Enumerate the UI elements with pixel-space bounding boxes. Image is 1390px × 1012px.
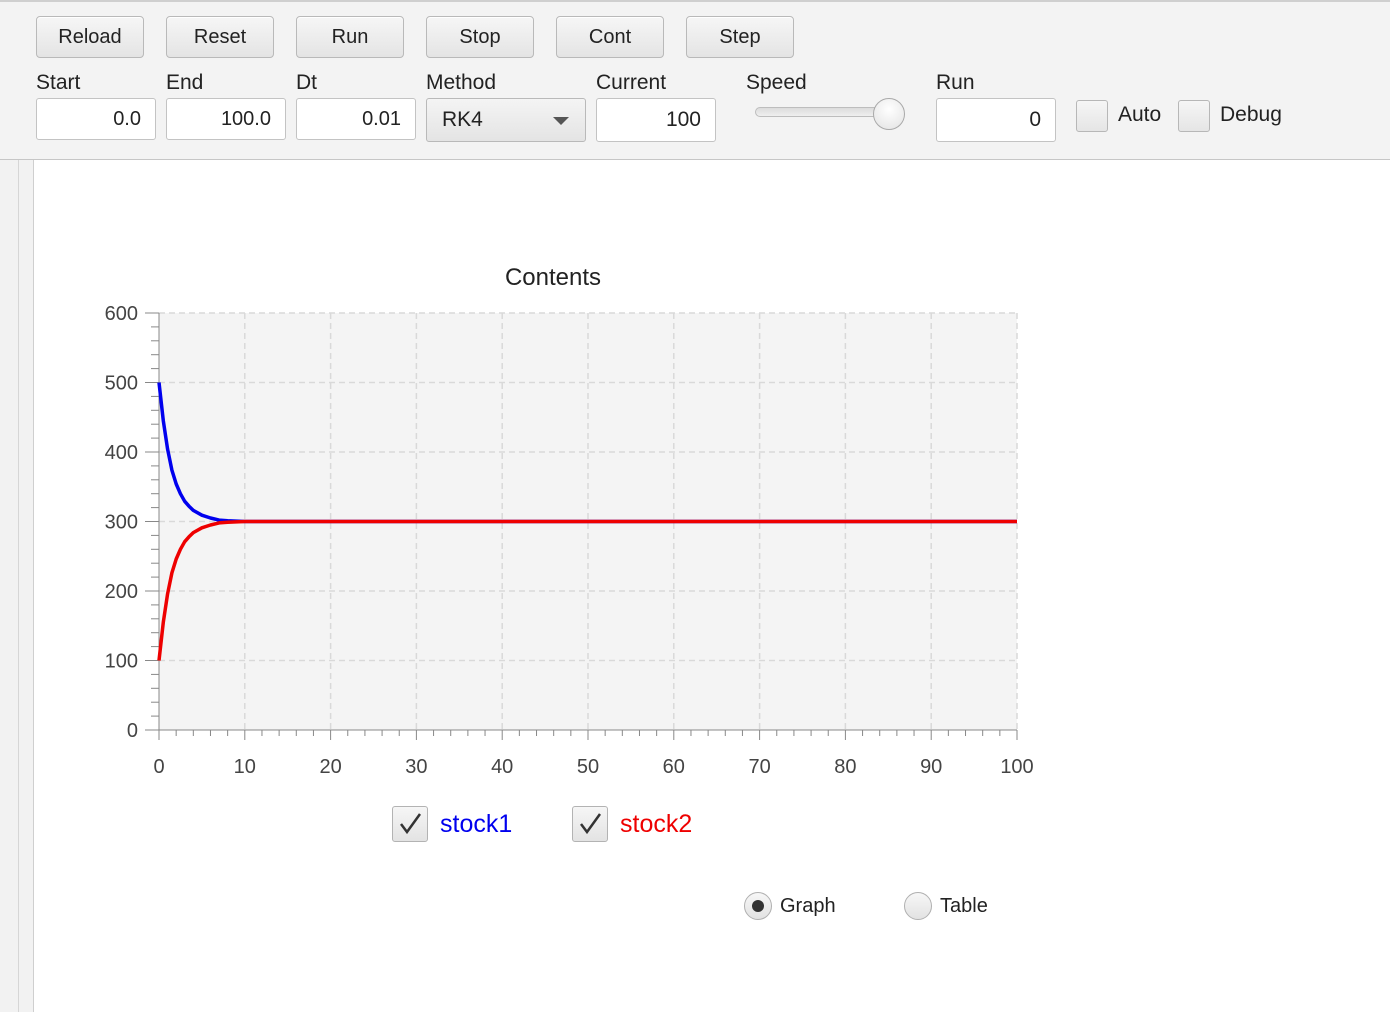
y-tick-label: 600 <box>105 303 138 325</box>
graph-radio-label: Graph <box>780 895 836 917</box>
radio-selected-dot <box>752 900 764 912</box>
y-tick-label: 200 <box>105 581 138 603</box>
x-tick-label: 40 <box>491 756 513 778</box>
stock2-checkbox[interactable] <box>572 806 608 842</box>
x-tick-label: 80 <box>834 756 856 778</box>
x-tick-label: 100 <box>1000 756 1033 778</box>
chart: Contents 0 10 20 30 40 50 60 70 80 90 100 0 100 200 30… <box>105 264 1034 778</box>
graph-radio[interactable] <box>744 892 772 920</box>
legend-stock1: stock1 <box>440 810 513 838</box>
x-tick-label: 30 <box>405 756 427 778</box>
x-tick-label: 90 <box>920 756 942 778</box>
table-radio-label: Table <box>940 895 988 917</box>
checkmark-icon <box>580 813 602 835</box>
x-tick-label: 70 <box>748 756 770 778</box>
y-tick-label: 400 <box>105 442 138 464</box>
y-tick-label: 500 <box>105 373 138 395</box>
y-tick-label: 300 <box>105 512 138 534</box>
x-tick-label: 10 <box>234 756 256 778</box>
chart-title: Contents <box>505 264 601 291</box>
x-tick-label: 50 <box>577 756 599 778</box>
x-tick-label: 20 <box>319 756 341 778</box>
stock1-checkbox[interactable] <box>392 806 428 842</box>
y-tick-label: 0 <box>127 720 138 742</box>
x-tick-label: 0 <box>153 756 164 778</box>
checkmark-icon <box>400 813 422 835</box>
legend-stock2: stock2 <box>620 810 693 838</box>
table-radio[interactable] <box>904 892 932 920</box>
y-tick-label: 100 <box>105 651 138 673</box>
x-tick-label: 60 <box>663 756 685 778</box>
